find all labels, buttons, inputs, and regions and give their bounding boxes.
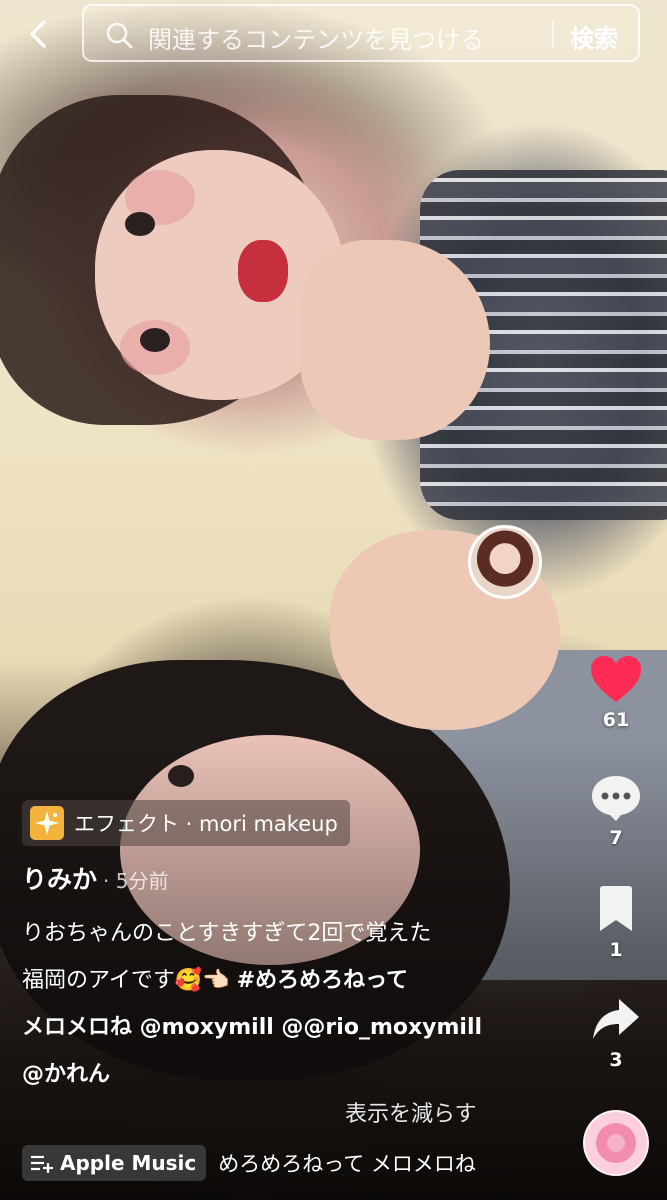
like-button[interactable]: 61 [566, 655, 666, 731]
comment-button[interactable]: 7 [566, 773, 666, 849]
share-button[interactable]: 3 [566, 995, 666, 1071]
caption-line: 福岡のアイです🥰👈🏻 #めろめろねって [22, 957, 542, 1004]
video-content [125, 212, 155, 236]
effect-sparkle-icon [30, 806, 64, 840]
bookmark-icon [600, 886, 632, 931]
song-title[interactable]: めろめろねって メロメロね [218, 1148, 476, 1178]
username[interactable]: りみか [22, 865, 97, 894]
author-line: りみか · 5分前 [22, 860, 168, 896]
video-content [238, 240, 288, 302]
search-button[interactable]: 検索 [570, 19, 618, 54]
back-button[interactable] [22, 16, 58, 52]
search-placeholder: 関連するコンテンツを見つける [148, 26, 484, 54]
see-less-button[interactable]: 表示を減らす [345, 1096, 477, 1128]
caption-text: 福岡のアイです🥰👈🏻 [22, 968, 237, 993]
music-disc[interactable] [583, 1110, 649, 1176]
caption-mentions[interactable]: メロメロね @moxymill @@rio_moxymill [22, 1004, 542, 1051]
comment-icon [592, 776, 640, 821]
search-divider [552, 20, 554, 48]
comment-count: 7 [609, 827, 623, 849]
chevron-left-icon [30, 20, 46, 48]
video-content [140, 328, 170, 352]
caption-mention[interactable]: @かれん [22, 1051, 542, 1098]
top-bar: 関連するコンテンツを見つける 検索 [0, 0, 667, 70]
effect-label: エフェクト · mori makeup [74, 812, 338, 836]
post-time: · 5分前 [103, 869, 169, 893]
share-count: 3 [609, 1049, 623, 1071]
share-arrow-icon [593, 999, 639, 1039]
caption-line: りおちゃんのことすきすぎて2回で覚えた [22, 921, 432, 946]
apple-music-label: Apple Music [60, 1151, 197, 1175]
search-icon [106, 22, 133, 49]
bookmark-button[interactable]: 1 [566, 885, 666, 961]
music-row[interactable]: Apple Music めろめろねって メロメロね [22, 1145, 476, 1181]
bookmark-count: 1 [609, 939, 623, 961]
hashtag-link[interactable]: #めろめろねって [237, 968, 408, 993]
post-caption: りおちゃんのことすきすぎて2回で覚えた 福岡のアイです🥰👈🏻 #めろめろねって … [22, 910, 542, 1098]
search-field[interactable]: 関連するコンテンツを見つける 検索 [82, 4, 640, 62]
effect-chip[interactable]: エフェクト · mori makeup [22, 800, 350, 846]
creator-avatar[interactable] [468, 525, 542, 599]
like-count: 61 [602, 709, 630, 731]
heart-icon [591, 656, 641, 702]
apple-music-chip[interactable]: Apple Music [22, 1145, 207, 1181]
playlist-add-icon [31, 1155, 53, 1173]
